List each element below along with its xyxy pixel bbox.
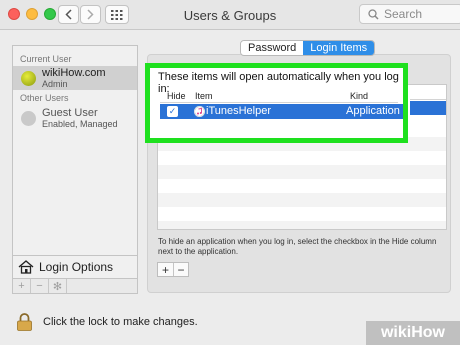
add-user-button[interactable]: +	[13, 279, 31, 293]
remove-login-item-button[interactable]: −	[173, 263, 188, 277]
house-icon	[18, 260, 34, 274]
tab-login-items[interactable]: Login Items	[303, 41, 375, 55]
help-text: To hide an application when you log in, …	[158, 237, 437, 256]
table-row-empty	[158, 165, 446, 179]
table-header: Hide Item Kind	[160, 88, 398, 103]
lock-text: Click the lock to make changes.	[43, 316, 198, 328]
column-hide[interactable]: Hide	[167, 91, 186, 101]
sidebar-item-guest-user[interactable]: Guest User Enabled, Managed	[13, 106, 137, 130]
current-user-header: Current User	[20, 54, 72, 64]
itunes-icon	[194, 106, 205, 117]
avatar	[21, 70, 36, 86]
tab-password[interactable]: Password	[241, 41, 304, 55]
table-row-empty	[158, 221, 446, 229]
lock-icon[interactable]	[17, 313, 32, 331]
current-user-role: Admin	[42, 79, 68, 89]
preferences-window: Users & Groups Search Current User wikiH…	[0, 0, 460, 345]
current-user-name: wikiHow.com	[42, 67, 106, 79]
add-login-item-button[interactable]: +	[158, 263, 173, 277]
users-sidebar: Current User wikiHow.com Admin Other Use…	[12, 45, 138, 279]
gear-icon[interactable]: ✻	[49, 279, 67, 293]
wikihow-watermark: wikiHow	[366, 321, 460, 345]
search-icon	[368, 8, 379, 20]
search-field[interactable]: Search	[359, 4, 460, 24]
table-row[interactable]: ✓ iTunesHelper Application	[160, 104, 403, 119]
sidebar-toolbar: + − ✻	[12, 279, 138, 294]
table-row-empty	[158, 193, 446, 207]
search-placeholder: Search	[384, 7, 423, 21]
tab-bar: Password Login Items	[240, 40, 376, 56]
title-bar: Users & Groups Search	[0, 0, 460, 30]
guest-user-detail: Enabled, Managed	[42, 119, 118, 129]
highlight-callout: These items will open automatically when…	[145, 63, 408, 143]
lock-area[interactable]: Click the lock to make changes.	[17, 313, 198, 331]
guest-user-name: Guest User	[42, 107, 98, 119]
login-items-toolbar: + −	[157, 262, 189, 277]
column-kind[interactable]: Kind	[350, 91, 368, 101]
login-options-label: Login Options	[39, 260, 114, 274]
table-header-filler	[410, 85, 446, 100]
guest-avatar-icon	[21, 110, 36, 126]
item-name: iTunesHelper	[206, 105, 272, 117]
selected-row-tail	[410, 101, 446, 115]
remove-user-button[interactable]: −	[31, 279, 49, 293]
item-kind: Application	[346, 105, 400, 117]
hide-checkbox[interactable]: ✓	[167, 106, 178, 117]
login-options-button[interactable]: Login Options	[12, 255, 138, 279]
sidebar-item-current-user[interactable]: wikiHow.com Admin	[13, 66, 137, 90]
other-users-header: Other Users	[20, 93, 69, 103]
column-item[interactable]: Item	[195, 91, 213, 101]
